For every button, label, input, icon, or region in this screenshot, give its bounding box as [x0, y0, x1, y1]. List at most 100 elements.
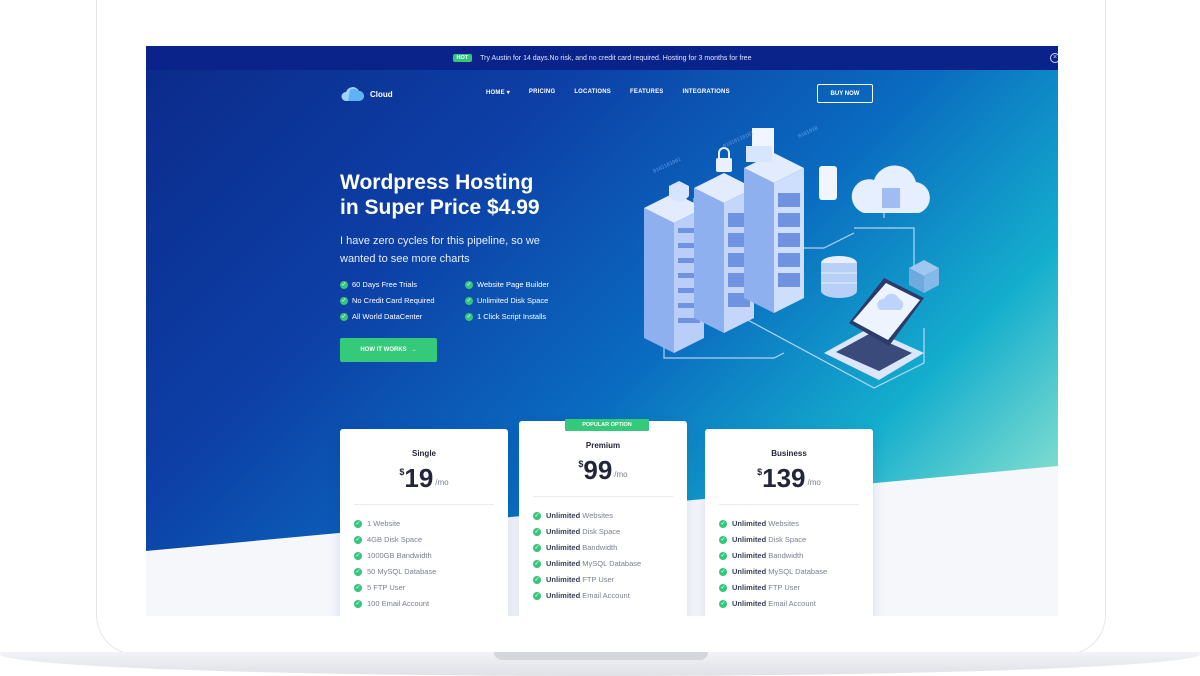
- check-icon: ✓: [465, 312, 473, 321]
- plan-feature-text: Unlimited MySQL Database: [546, 559, 642, 568]
- plan-feature: ✓ Unlimited FTP User: [719, 583, 873, 592]
- svg-text:0101010: 0101010: [797, 125, 819, 139]
- plan-feature-text: 50 MySQL Database: [367, 567, 437, 576]
- check-icon: ✓: [719, 567, 727, 576]
- laptop-notch: [494, 652, 708, 660]
- feature-item: ✓ 60 Days Free Trials: [340, 280, 465, 289]
- lock-icon: [716, 147, 732, 172]
- plan-feature: ✓ Unlimited Disk Space: [533, 527, 687, 536]
- price-period: /mo: [614, 470, 628, 479]
- feature-label: Unlimited Disk Space: [477, 296, 549, 305]
- check-icon: ✓: [354, 535, 362, 544]
- check-icon: ✓: [340, 280, 348, 289]
- check-icon: ✓: [719, 599, 727, 608]
- close-icon[interactable]: ×: [1050, 53, 1058, 63]
- check-icon: ✓: [533, 543, 541, 552]
- check-icon: ✓: [533, 527, 541, 536]
- plan-feature-text: Unlimited Bandwidth: [732, 551, 804, 560]
- nav-item-integrations[interactable]: INTEGRATIONS: [683, 89, 730, 96]
- logo-text: Cloud: [370, 89, 393, 99]
- shield-icon: [669, 181, 689, 202]
- laptop-screen: HOT Try Austin for 14 days.No risk, and …: [146, 46, 1058, 616]
- announcement-bar: HOT Try Austin for 14 days.No risk, and …: [146, 46, 1058, 70]
- check-icon: ✓: [340, 296, 348, 305]
- plan-feature: ✓ Unlimited FTP User: [533, 575, 687, 584]
- nav-item-home[interactable]: HOME ▾: [486, 89, 510, 96]
- database-icon: [821, 256, 857, 298]
- svg-text:0101101001: 0101101001: [652, 157, 682, 175]
- check-icon: ✓: [354, 551, 362, 560]
- plan-price: $ 139 /mo: [705, 464, 873, 492]
- feature-label: Website Page Builder: [477, 280, 549, 289]
- nav-item-pricing[interactable]: PRICING: [529, 89, 555, 96]
- feature-item: ✓ 1 Click Script Installs: [465, 312, 590, 321]
- divider: [533, 496, 673, 497]
- feature-item: ✓ No Credit Card Required: [340, 296, 465, 305]
- plan-feature-text: 100 Email Account: [367, 599, 430, 608]
- buy-now-button[interactable]: BUY NOW: [817, 84, 873, 103]
- divider: [354, 504, 494, 505]
- pricing-card-business[interactable]: Business $ 139 /mo ✓ Unlimited Websites ✓…: [705, 429, 873, 616]
- plan-feature-text: Unlimited Disk Space: [732, 535, 807, 544]
- check-icon: ✓: [354, 583, 362, 592]
- check-icon: ✓: [719, 583, 727, 592]
- plan-feature-text: 5 FTP User: [367, 583, 406, 592]
- envelope-icon: [746, 146, 772, 162]
- chevron-down-icon: ▾: [506, 90, 510, 96]
- plan-feature-text: Unlimited FTP User: [546, 575, 615, 584]
- server-rack-icon: [744, 153, 804, 313]
- nav-item-locations[interactable]: LOCATIONS: [574, 89, 611, 96]
- hero-title: Wordpress Hosting in Super Price $4.99: [340, 170, 600, 220]
- plan-feature-text: Unlimited Disk Space: [546, 527, 621, 536]
- feature-label: 1 Click Script Installs: [477, 312, 547, 321]
- plan-feature-list: ✓ Unlimited Websites ✓ Unlimited Disk Spac…: [719, 519, 873, 608]
- plan-name: Premium: [585, 441, 621, 450]
- plan-feature: ✓ 5 FTP User: [354, 583, 508, 592]
- how-it-works-button[interactable]: HOW IT WORKS →: [340, 338, 437, 362]
- phone-icon: [819, 166, 837, 200]
- feature-label: 60 Days Free Trials: [352, 280, 418, 289]
- plan-feature: ✓ 50 MySQL Database: [354, 567, 508, 576]
- price-amount: 19: [404, 463, 434, 493]
- plan-feature: ✓ Unlimited Disk Space: [719, 535, 873, 544]
- pricing-card-premium[interactable]: POPULAR OPTION Premium $ 99 /mo ✓ Unlimit…: [519, 419, 687, 616]
- plan-feature: ✓ Unlimited Bandwidth: [719, 551, 873, 560]
- plan-feature: ✓ 1 Website: [354, 519, 508, 528]
- plan-feature-list: ✓ 1 Website ✓ 4GB Disk Space ✓ 1000GB Bandw…: [354, 519, 508, 608]
- check-icon: ✓: [533, 591, 541, 600]
- hero-title-line1: Wordpress Hosting: [340, 171, 534, 194]
- hero-subtitle: I have zero cycles for this pipeline, so…: [340, 235, 540, 265]
- plan-feature-text: Unlimited Email Account: [732, 599, 816, 608]
- feature-label: All World DataCenter: [352, 312, 423, 321]
- plan-feature-text: Unlimited MySQL Database: [732, 567, 828, 576]
- cloud-icon: [341, 87, 364, 101]
- check-icon: ✓: [533, 559, 541, 568]
- popular-option-badge: POPULAR OPTION: [565, 419, 649, 431]
- plan-feature-text: Unlimited Bandwidth: [546, 543, 618, 552]
- plan-feature: ✓ Unlimited Websites: [719, 519, 873, 528]
- pricing-card-single[interactable]: Single $ 19 /mo ✓ 1 Website ✓ 4GB Disk Spa…: [340, 429, 508, 616]
- check-icon: ✓: [465, 280, 473, 289]
- plan-feature-text: 1 Website: [367, 519, 401, 528]
- feature-item: ✓ Unlimited Disk Space: [465, 296, 590, 305]
- plan-feature: ✓ Unlimited Email Account: [719, 599, 873, 608]
- feature-item: ✓ All World DataCenter: [340, 312, 465, 321]
- plan-feature: ✓ 4GB Disk Space: [354, 535, 508, 544]
- arrow-right-icon: →: [410, 347, 417, 353]
- plan-feature: ✓ 1000GB Bandwidth: [354, 551, 508, 560]
- check-icon: ✓: [465, 296, 473, 305]
- plan-feature-list: ✓ Unlimited Websites ✓ Unlimited Disk Spac…: [533, 511, 687, 600]
- check-icon: ✓: [719, 519, 727, 528]
- logo[interactable]: Cloud: [340, 86, 393, 102]
- hero-feature-list: ✓ 60 Days Free Trials ✓ Website Page Build…: [340, 280, 590, 321]
- check-icon: ✓: [354, 567, 362, 576]
- plan-feature-text: 4GB Disk Space: [367, 535, 423, 544]
- plan-feature-text: Unlimited Email Account: [546, 591, 630, 600]
- plan-price: $ 99 /mo: [519, 456, 687, 484]
- server-illustration: 01010110101 0101101001 0101010: [644, 125, 939, 389]
- price-period: /mo: [807, 478, 821, 487]
- price-period: /mo: [435, 478, 449, 487]
- check-icon: ✓: [354, 599, 362, 608]
- nav-item-features[interactable]: FEATURES: [630, 89, 664, 96]
- feature-item: ✓ Website Page Builder: [465, 280, 590, 289]
